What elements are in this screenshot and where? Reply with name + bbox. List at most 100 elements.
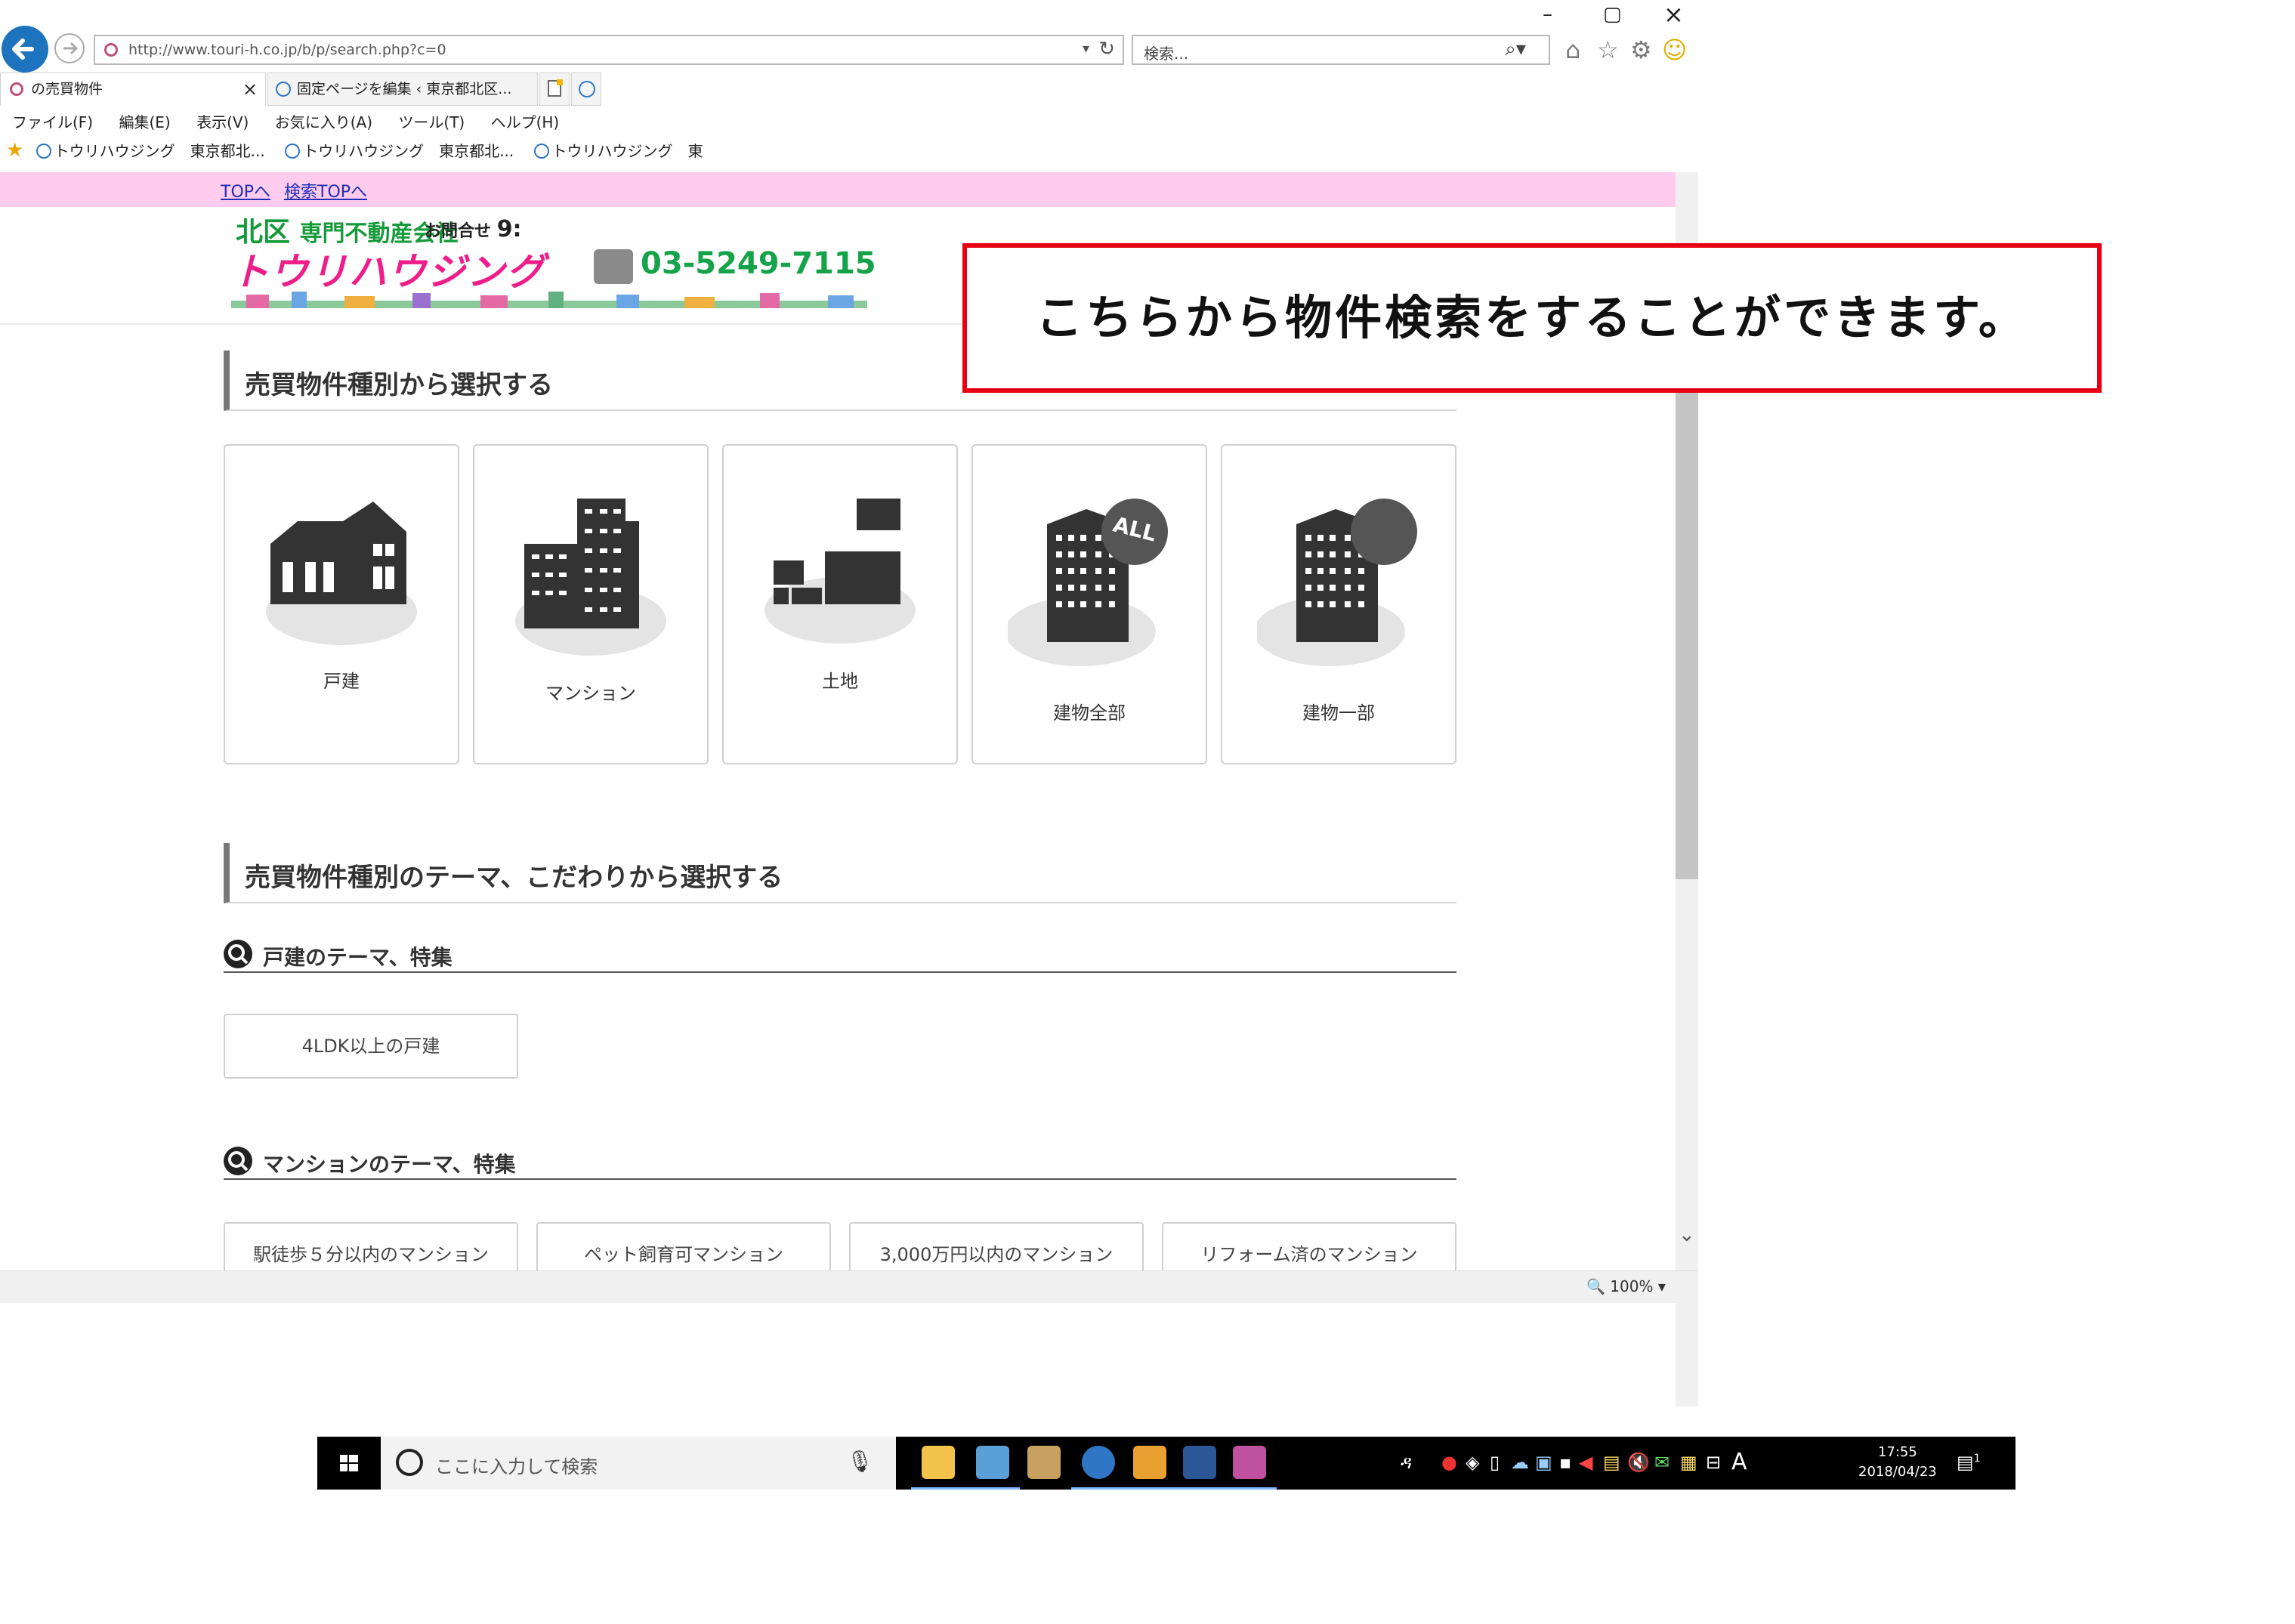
favorites-star-icon[interactable]: ☆ bbox=[1597, 35, 1619, 65]
internet-explorer-icon[interactable] bbox=[1071, 1446, 1126, 1490]
tab-favicon-icon bbox=[10, 82, 23, 96]
card-house[interactable]: 戸建 bbox=[224, 444, 459, 764]
card-land[interactable]: 土地 bbox=[722, 444, 958, 764]
favorites-star-icon[interactable]: ★ bbox=[6, 139, 23, 162]
tray-app-icon[interactable]: ▪ bbox=[1559, 1452, 1571, 1473]
notification-icon[interactable]: ▤1 bbox=[1957, 1452, 1981, 1473]
logo-company-name: トウリハウジング bbox=[231, 250, 545, 294]
ie-icon bbox=[36, 144, 51, 159]
top-link-bar: TOPへ 検索TOPへ bbox=[0, 172, 1698, 207]
contact-info: お問合せ 9: bbox=[425, 216, 522, 242]
image-editor-icon[interactable] bbox=[1222, 1446, 1277, 1490]
minimize-button[interactable]: – bbox=[1543, 3, 1552, 26]
defender-icon[interactable]: ◈ bbox=[1466, 1452, 1479, 1473]
favorite-label: トウリハウジング 東京都北... bbox=[54, 142, 265, 160]
settings-gear-icon[interactable]: ⚙ bbox=[1630, 35, 1652, 65]
menu-edit[interactable]: 編集(E) bbox=[119, 113, 170, 131]
clock-date: 2018/04/23 bbox=[1858, 1464, 1937, 1480]
menu-favorites[interactable]: お気に入り(A) bbox=[275, 113, 372, 131]
ie-quick-tab[interactable] bbox=[571, 73, 601, 106]
new-tab-button[interactable] bbox=[539, 73, 570, 106]
search-input[interactable]: 検索... ⌕▾ bbox=[1132, 35, 1550, 65]
close-button[interactable]: × bbox=[1663, 2, 1684, 26]
ie-icon bbox=[276, 82, 291, 97]
alert-icon[interactable]: ◀ bbox=[1579, 1452, 1592, 1473]
search-top-link[interactable]: 検索TOPへ bbox=[284, 178, 367, 202]
section-title: 売買物件種別のテーマ、こだわりから選択する bbox=[245, 863, 783, 893]
logo-telephone: 03-5249-7115 bbox=[641, 246, 876, 281]
favorite-link-1[interactable]: トウリハウジング 東京都北... bbox=[36, 142, 273, 160]
refresh-button[interactable]: ↻ bbox=[1098, 38, 1115, 60]
start-button[interactable] bbox=[317, 1437, 381, 1490]
menu-bar: ファイル(F) 編集(E) 表示(V) お気に入り(A) ツール(T) ヘルプ(… bbox=[12, 110, 580, 137]
zoom-level[interactable]: 🔍 100% ▾ bbox=[1586, 1277, 1666, 1295]
magnifier-icon bbox=[224, 940, 252, 968]
usb-icon[interactable]: ▯ bbox=[1490, 1452, 1500, 1473]
favorite-label: トウリハウジング 東京都北... bbox=[303, 142, 514, 160]
search-icon[interactable]: ⌕▾ bbox=[1505, 38, 1526, 61]
zoom-dropdown-icon: ▾ bbox=[1657, 1277, 1666, 1295]
address-bar[interactable]: http://www.touri-h.co.jp/b/p/search.php?… bbox=[94, 35, 1124, 65]
word-icon[interactable] bbox=[1172, 1446, 1227, 1490]
volume-muted-icon[interactable]: 🔇 bbox=[1627, 1452, 1650, 1473]
status-bar: 🔍 100% ▾ bbox=[0, 1270, 1698, 1303]
search-placeholder: 検索... bbox=[1144, 45, 1189, 63]
tab-edit-page[interactable]: 固定ページを編集 ‹ 東京都北区... bbox=[267, 73, 538, 106]
photo-app-icon[interactable] bbox=[1123, 1446, 1177, 1490]
top-link[interactable]: TOPへ bbox=[221, 178, 270, 202]
favorite-link-3[interactable]: トウリハウジング 東 bbox=[533, 142, 711, 160]
card-label: 戸建 bbox=[323, 671, 360, 692]
restore-button[interactable]: ▢ bbox=[1603, 3, 1622, 26]
home-icon[interactable]: ⌂ bbox=[1565, 35, 1580, 65]
forward-button[interactable] bbox=[54, 33, 85, 63]
antivirus-icon[interactable]: ● bbox=[1441, 1452, 1457, 1473]
network-icon[interactable]: ⊟ bbox=[1706, 1452, 1721, 1473]
arrow-left-icon bbox=[12, 39, 34, 60]
browser-window: – ▢ × http://www.touri-h.co.jp/b/p/searc… bbox=[0, 0, 1698, 1406]
land-icon bbox=[764, 499, 916, 644]
card-building-part[interactable]: 建物一部 bbox=[1221, 444, 1456, 764]
house-theme-header: 戸建のテーマ、特集 bbox=[224, 938, 1456, 973]
network-app-icon[interactable] bbox=[965, 1446, 1020, 1490]
tray-app-icon[interactable]: ▦ bbox=[1680, 1452, 1697, 1473]
tab-active[interactable]: の売買物件 × bbox=[0, 73, 266, 106]
menu-file[interactable]: ファイル(F) bbox=[12, 113, 93, 131]
card-label: マンション bbox=[545, 683, 636, 704]
line-app-icon[interactable]: ✉ bbox=[1654, 1452, 1670, 1473]
onedrive-icon[interactable]: ☁ bbox=[1511, 1452, 1529, 1473]
ie-icon bbox=[579, 81, 595, 97]
menu-view[interactable]: 表示(V) bbox=[196, 113, 249, 131]
tab-close-icon[interactable]: × bbox=[242, 73, 258, 105]
menu-help[interactable]: ヘルプ(H) bbox=[491, 113, 560, 131]
address-dropdown-button[interactable]: ▾ bbox=[1083, 41, 1089, 57]
microphone-icon[interactable]: 🎙 bbox=[846, 1449, 873, 1474]
paint-app-icon[interactable] bbox=[1027, 1446, 1061, 1479]
scroll-down-icon[interactable]: ⌄ bbox=[1679, 1224, 1695, 1246]
magnifier-icon bbox=[224, 1147, 252, 1175]
arrow-right-icon bbox=[63, 42, 79, 55]
notification-count: 1 bbox=[1973, 1453, 1981, 1465]
subsection-title: 戸建のテーマ、特集 bbox=[263, 945, 453, 970]
file-explorer-icon[interactable] bbox=[911, 1446, 965, 1490]
people-icon[interactable]: ዳ bbox=[1401, 1452, 1412, 1473]
tray-app-icon[interactable]: ▣ bbox=[1535, 1452, 1552, 1473]
feedback-smiley-icon[interactable]: ☺ bbox=[1662, 35, 1687, 65]
notes-icon[interactable]: ▤ bbox=[1603, 1452, 1620, 1473]
favorite-link-2[interactable]: トウリハウジング 東京都北... bbox=[285, 142, 521, 160]
cortana-icon bbox=[396, 1449, 423, 1476]
apartment-icon bbox=[515, 499, 666, 656]
zoom-value: 100% bbox=[1610, 1277, 1654, 1295]
ie-icon bbox=[285, 144, 301, 159]
ie-icon bbox=[533, 144, 549, 159]
clock[interactable]: 17:55 2018/04/23 bbox=[1858, 1443, 1937, 1482]
section-theme: 売買物件種別のテーマ、こだわりから選択する bbox=[224, 843, 1456, 903]
theme-button-4ldk-house[interactable]: 4LDK以上の戸建 bbox=[224, 1014, 518, 1079]
address-url[interactable]: http://www.touri-h.co.jp/b/p/search.php?… bbox=[128, 42, 446, 58]
ime-indicator[interactable]: A bbox=[1731, 1449, 1747, 1475]
taskbar-search-input[interactable]: ここに入力して検索 🎙 bbox=[381, 1437, 896, 1490]
menu-tools[interactable]: ツール(T) bbox=[398, 113, 465, 131]
card-mansion[interactable]: マンション bbox=[473, 444, 709, 764]
card-building-all[interactable]: ALL 建物全部 bbox=[971, 444, 1207, 764]
back-button[interactable] bbox=[2, 26, 48, 73]
floorplan-badge-icon bbox=[1351, 499, 1437, 603]
